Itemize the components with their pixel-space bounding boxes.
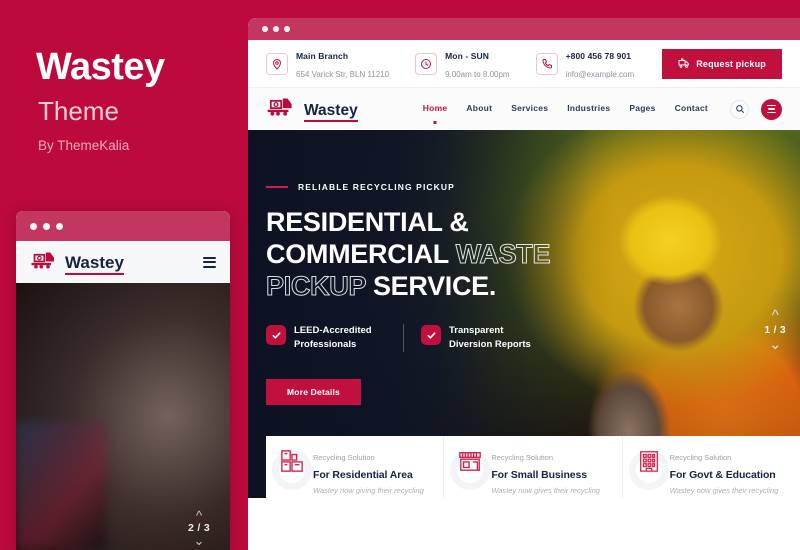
- topbar-item-branch: Main Branch 654 Varick Str, BLN 11210: [266, 46, 389, 82]
- promo-title: Wastey: [36, 46, 165, 88]
- card-title: For Residential Area: [313, 469, 413, 481]
- chevron-down-icon[interactable]: ⌄: [194, 534, 205, 547]
- hamburger-icon[interactable]: [761, 98, 782, 120]
- phone-icon: [535, 52, 558, 75]
- site-navbar: Wastey Home About Services Industries Pa…: [248, 88, 800, 130]
- search-icon[interactable]: [730, 99, 749, 119]
- headline-line-3-solid: SERVICE.: [372, 271, 497, 302]
- card-title: For Small Business: [491, 469, 587, 481]
- window-dot-close[interactable]: [30, 222, 37, 230]
- hero-feature-1-text: LEED-Accredited Professionals: [294, 325, 372, 351]
- hamburger-icon[interactable]: [203, 256, 216, 268]
- solution-card-business[interactable]: Recycling Solution For Small Business Wa…: [444, 436, 623, 498]
- card-label: Recycling Solution: [313, 453, 375, 462]
- nav-item-about[interactable]: About: [466, 103, 492, 115]
- hero-headline: RESIDENTIAL & COMMERCIAL WASTE PICKUP SE…: [266, 206, 800, 302]
- branch-title: Main Branch: [296, 50, 349, 61]
- promo-author: By ThemeKalia: [38, 138, 130, 153]
- topbar-item-hours: Mon - SUN 9.00am to 8.00pm: [415, 46, 510, 82]
- hero-feature-2: Transparent Diversion Reports: [403, 324, 541, 352]
- chevron-up-icon[interactable]: ^: [196, 509, 202, 522]
- mobile-mockup: Wastey ^ 2 / 3 ⌄: [16, 211, 230, 550]
- government-building-icon: [637, 449, 661, 473]
- dump-truck-icon: [266, 96, 298, 122]
- headline-line-3-outline: PICKUP: [266, 271, 367, 302]
- headline-line-2-solid: COMMERCIAL: [266, 239, 449, 270]
- card-label: Recycling Solution: [491, 453, 554, 462]
- mobile-hero-image: ^ 2 / 3 ⌄: [16, 283, 230, 550]
- solution-card-residential[interactable]: Recycling Solution For Residential Area …: [266, 436, 445, 498]
- site-topbar: Main Branch 654 Varick Str, BLN 11210 Mo…: [248, 40, 800, 88]
- card-title: For Govt & Education: [669, 469, 776, 481]
- hours-title: Mon - SUN: [445, 50, 489, 61]
- headline-line-2-outline: WASTE: [455, 239, 551, 270]
- eyebrow-dash-icon: [266, 186, 288, 188]
- request-pickup-button[interactable]: Request pickup: [662, 48, 782, 79]
- headline-line-1: RESIDENTIAL &: [266, 207, 469, 237]
- solution-cards: Recycling Solution For Residential Area …: [266, 436, 800, 498]
- truck-pickup-icon: [678, 57, 690, 71]
- card-body: Wastey now giving their recycling: [313, 486, 424, 496]
- topbar-item-contact: +800 456 78 901 info@example.com: [535, 46, 635, 82]
- hero-slide-counter: 1 / 3: [764, 324, 786, 336]
- window-dot-minimize[interactable]: [43, 222, 50, 230]
- primary-nav: Home About Services Industries Pages Con…: [423, 103, 708, 115]
- nav-item-contact[interactable]: Contact: [675, 103, 708, 115]
- mobile-slider-control: ^ 2 / 3 ⌄: [182, 509, 216, 547]
- request-pickup-label: Request pickup: [696, 58, 766, 69]
- mobile-brand-name: Wastey: [65, 253, 124, 275]
- residential-bin-icon: [280, 449, 304, 473]
- hours-range: 9.00am to 8.00pm: [445, 69, 510, 79]
- hero-section: RELIABLE RECYCLING PICKUP RESIDENTIAL & …: [248, 130, 800, 498]
- email-address: info@example.com: [565, 69, 635, 79]
- window-dot-minimize[interactable]: [273, 26, 279, 32]
- branch-address: 654 Varick Str, BLN 11210: [296, 69, 390, 79]
- hero-feature-1: LEED-Accredited Professionals: [266, 324, 386, 352]
- card-body: Wastey now gives their recycling: [669, 486, 779, 496]
- promo-subtitle: Theme: [38, 96, 119, 126]
- nav-item-industries[interactable]: Industries: [567, 103, 610, 115]
- card-label: Recycling Solution: [669, 453, 732, 462]
- storefront-icon: [458, 449, 482, 473]
- check-icon: [421, 325, 441, 346]
- chevron-down-icon[interactable]: ⌄: [769, 337, 782, 352]
- solution-card-government[interactable]: Recycling Solution For Govt & Education …: [623, 436, 800, 498]
- hero-feature-2-text: Transparent Diversion Reports: [449, 325, 531, 351]
- nav-item-services[interactable]: Services: [511, 103, 548, 115]
- mobile-navbar: Wastey: [16, 241, 230, 283]
- nav-item-home[interactable]: Home: [423, 103, 448, 115]
- desktop-window-chrome: [248, 18, 800, 40]
- hero-slider-control: ^ 1 / 3 ⌄: [764, 308, 786, 352]
- brand-name: Wastey: [304, 102, 358, 122]
- hero-eyebrow: RELIABLE RECYCLING PICKUP: [266, 182, 800, 192]
- mobile-window-chrome: [16, 211, 230, 241]
- nav-icon-group: [730, 98, 782, 120]
- clock-icon: [415, 52, 438, 75]
- phone-number: +800 456 78 901: [565, 50, 632, 61]
- card-body: Wastey now gives their recycling: [491, 486, 600, 496]
- chevron-up-icon[interactable]: ^: [772, 308, 779, 323]
- dump-truck-icon: [30, 250, 60, 275]
- hero-feature-list: LEED-Accredited Professionals Transparen…: [266, 324, 800, 352]
- window-dot-maximize[interactable]: [56, 222, 63, 230]
- map-pin-icon: [266, 52, 288, 75]
- nav-item-pages[interactable]: Pages: [629, 103, 655, 115]
- site-logo[interactable]: Wastey: [266, 96, 358, 122]
- window-dot-close[interactable]: [262, 26, 268, 32]
- check-icon: [266, 325, 286, 346]
- window-dot-maximize[interactable]: [284, 26, 290, 32]
- desktop-mockup: Main Branch 654 Varick Str, BLN 11210 Mo…: [248, 18, 800, 550]
- more-details-button[interactable]: More Details: [266, 378, 361, 405]
- mobile-logo[interactable]: Wastey: [30, 250, 124, 275]
- hero-eyebrow-text: RELIABLE RECYCLING PICKUP: [298, 182, 455, 192]
